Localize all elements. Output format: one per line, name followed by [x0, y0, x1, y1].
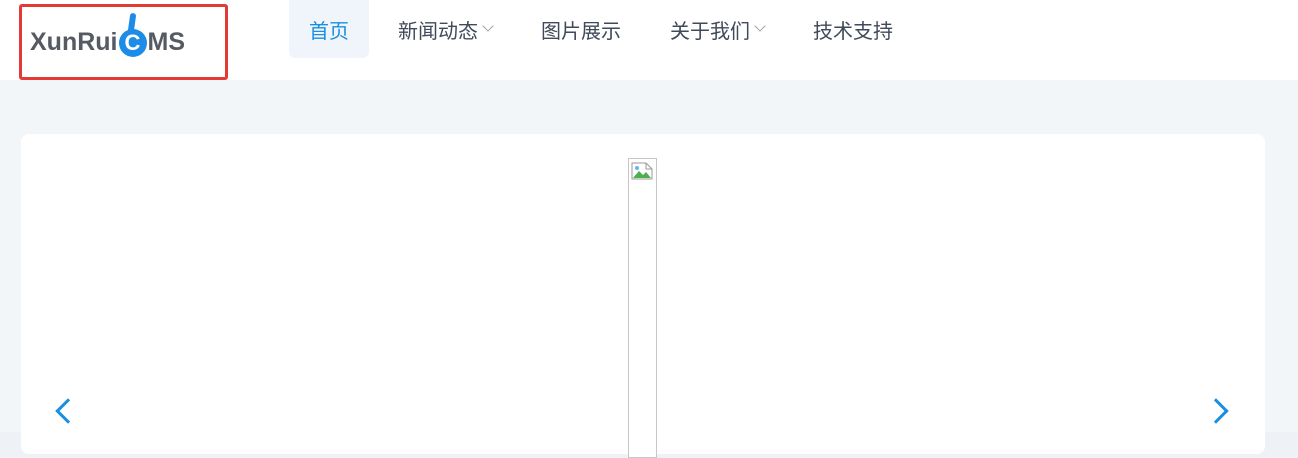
banner-section — [0, 80, 1298, 458]
nav-item-label: 新闻动态 — [398, 18, 478, 43]
chevron-down-icon — [754, 20, 766, 32]
nav-item-about[interactable]: 关于我们 — [650, 0, 784, 58]
nav-item-news[interactable]: 新闻动态 — [378, 0, 512, 58]
logo-text-ms: MS — [147, 27, 186, 56]
chevron-left-icon[interactable] — [55, 398, 81, 424]
main-nav: 首页 新闻动态 图片展示 关于我们 技术支持 — [289, 0, 922, 58]
site-logo[interactable]: XunRui C MS — [30, 22, 185, 62]
logo-drop-icon: C — [118, 29, 147, 57]
logo-drop-letter: C — [124, 30, 141, 55]
nav-item-label: 技术支持 — [813, 18, 893, 43]
banner-image[interactable] — [628, 158, 657, 458]
nav-item-support[interactable]: 技术支持 — [793, 0, 913, 58]
logo-text-xunrui: XunRui — [30, 27, 118, 56]
logo-highlight-box[interactable]: XunRui C MS — [19, 4, 228, 80]
site-header: XunRui C MS 首页 新闻动态 图片展示 关于我们 技术支持 — [0, 0, 1298, 80]
nav-item-home[interactable]: 首页 — [289, 0, 369, 58]
banner-slider — [21, 134, 1265, 458]
nav-item-label: 图片展示 — [541, 18, 621, 43]
nav-item-label: 关于我们 — [670, 18, 750, 43]
chevron-right-icon[interactable] — [1203, 398, 1229, 424]
chevron-down-icon — [482, 20, 494, 32]
nav-item-label: 首页 — [309, 18, 349, 43]
broken-image-icon — [631, 162, 653, 180]
nav-item-gallery[interactable]: 图片展示 — [521, 0, 641, 58]
